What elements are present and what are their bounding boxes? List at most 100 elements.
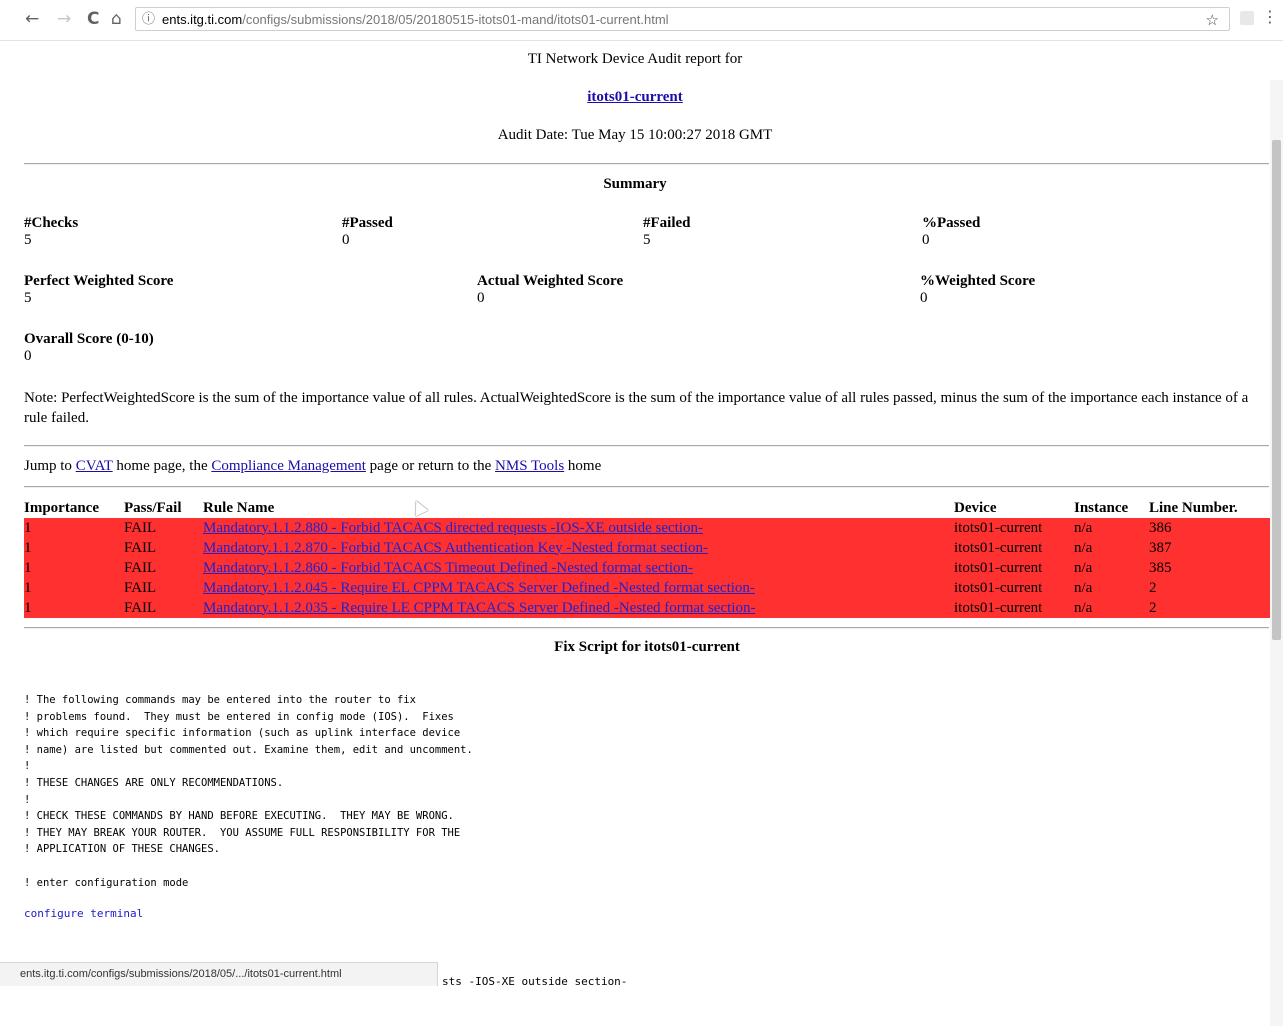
rule-link[interactable]: Mandatory.1.1.2.035 - Require LE CPPM TA… <box>203 600 755 616</box>
device-cell: itots01-current <box>954 598 1074 618</box>
jump-prefix: Jump to <box>24 458 72 474</box>
instance-cell: n/a <box>1074 538 1149 558</box>
line-number-cell: 387 <box>1149 538 1270 558</box>
stat-value: 0 <box>922 232 930 248</box>
importance-cell: 1 <box>24 538 124 558</box>
importance-cell: 1 <box>24 598 124 618</box>
stat-actual-score: Actual Weighted Score 0 <box>477 273 623 307</box>
stat-pct-passed: %Passed 0 <box>922 215 980 249</box>
report-page: TI Network Device Audit report for itots… <box>0 40 1283 1026</box>
device-cell: itots01-current <box>954 518 1074 538</box>
rule-cell: Mandatory.1.1.2.045 - Require EL CPPM TA… <box>203 578 954 598</box>
jump-text: page or return to the <box>369 458 492 474</box>
result-cell: FAIL <box>124 578 203 598</box>
stat-value: 0 <box>920 290 928 306</box>
instance-cell: n/a <box>1074 558 1149 578</box>
page-scrollbar[interactable] <box>1270 80 1283 1026</box>
stat-perfect-score: Perfect Weighted Score 5 <box>24 273 173 307</box>
url-host: ents.itg.ti.com <box>162 12 243 27</box>
rule-link[interactable]: Mandatory.1.1.2.860 - Forbid TACACS Time… <box>203 560 693 576</box>
stat-checks: #Checks 5 <box>24 215 78 249</box>
stat-value: 0 <box>24 348 32 364</box>
rule-cell: Mandatory.1.1.2.860 - Forbid TACACS Time… <box>203 558 954 578</box>
divider <box>24 486 1269 488</box>
importance-cell: 1 <box>24 558 124 578</box>
instance-cell: n/a <box>1074 598 1149 618</box>
stat-value: 5 <box>24 290 32 306</box>
site-info-icon[interactable]: ⓘ <box>142 8 155 32</box>
report-title: TI Network Device Audit report for <box>527 51 743 67</box>
column-header: Rule Name <box>203 500 275 516</box>
bookmark-star-icon[interactable]: ☆ <box>1206 8 1219 32</box>
stat-label: Actual Weighted Score <box>477 273 624 289</box>
reload-icon[interactable]: C <box>87 9 99 29</box>
rule-cell: Mandatory.1.1.2.870 - Forbid TACACS Auth… <box>203 538 954 558</box>
summary-title: Summary <box>603 176 667 192</box>
table-row: 1 FAIL Mandatory.1.1.2.880 - Forbid TACA… <box>24 518 1270 538</box>
stat-label: %Passed <box>922 215 981 231</box>
host-link[interactable]: itots01-current <box>587 89 683 105</box>
nms-tools-link[interactable]: NMS Tools <box>495 458 564 474</box>
rule-cell: Mandatory.1.1.2.035 - Require LE CPPM TA… <box>203 598 954 618</box>
device-cell: itots01-current <box>954 558 1074 578</box>
rule-cell: Mandatory.1.1.2.880 - Forbid TACACS dire… <box>203 518 954 538</box>
table-row: 1 FAIL Mandatory.1.1.2.860 - Forbid TACA… <box>24 558 1270 578</box>
home-icon[interactable]: ⌂ <box>111 9 122 29</box>
config-command: configure terminal <box>24 907 144 920</box>
column-header: Pass/Fail <box>124 500 182 516</box>
column-header: Instance <box>1074 500 1129 516</box>
fix-script-title: Fix Script for itots01-current <box>554 639 740 655</box>
stat-label: #Failed <box>643 215 691 231</box>
forward-arrow-icon[interactable]: → <box>57 9 71 29</box>
stat-label: #Checks <box>24 215 79 231</box>
extension-icon[interactable] <box>1240 11 1254 25</box>
line-number-cell: 386 <box>1149 518 1270 538</box>
jump-links: Jump to CVAT home page, the Compliance M… <box>24 458 601 475</box>
instance-cell: n/a <box>1074 578 1149 598</box>
instance-cell: n/a <box>1074 518 1149 538</box>
stat-label: #Passed <box>342 215 393 231</box>
stat-label: Perfect Weighted Score <box>24 273 174 289</box>
stat-value: 0 <box>342 232 350 248</box>
line-number-cell: 385 <box>1149 558 1270 578</box>
host-heading: itots01-current <box>0 89 1270 106</box>
device-cell: itots01-current <box>954 578 1074 598</box>
result-cell: FAIL <box>124 558 203 578</box>
scroll-thumb[interactable] <box>1272 140 1281 640</box>
stat-pct-weighted: %Weighted Score 0 <box>920 273 1035 307</box>
fix-script-comments: ! The following commands may be entered … <box>24 694 473 889</box>
results-table: Importance Pass/Fail Rule Name Device In… <box>24 498 1270 618</box>
audit-date: Audit Date: Tue May 15 10:00:27 2018 GMT <box>497 127 773 143</box>
result-cell: FAIL <box>124 598 203 618</box>
rule-link[interactable]: Mandatory.1.1.2.870 - Forbid TACACS Auth… <box>203 540 708 556</box>
jump-text: home page, the <box>116 458 208 474</box>
compliance-management-link[interactable]: Compliance Management <box>211 458 366 474</box>
table-header-row: Importance Pass/Fail Rule Name Device In… <box>24 498 1270 518</box>
column-header: Importance <box>24 500 99 516</box>
column-header: Line Number. <box>1149 500 1238 516</box>
result-cell: FAIL <box>124 538 203 558</box>
table-row: 1 FAIL Mandatory.1.1.2.045 - Require EL … <box>24 578 1270 598</box>
stat-overall-score: Ovarall Score (0-10) 0 <box>24 331 154 365</box>
browser-toolbar: ← → C ⌂ ⓘ ents.itg.ti.com/configs/submis… <box>0 0 1283 41</box>
stat-failed: #Failed 5 <box>643 215 691 249</box>
rule-link[interactable]: Mandatory.1.1.2.880 - Forbid TACACS dire… <box>203 520 703 536</box>
table-row: 1 FAIL Mandatory.1.1.2.035 - Require LE … <box>24 598 1270 618</box>
cvat-link[interactable]: CVAT <box>76 458 113 474</box>
rule-link[interactable]: Mandatory.1.1.2.045 - Require EL CPPM TA… <box>203 580 755 596</box>
address-url[interactable]: ents.itg.ti.com/configs/submissions/2018… <box>162 8 669 32</box>
importance-cell: 1 <box>24 578 124 598</box>
line-number-cell: 2 <box>1149 598 1270 618</box>
back-arrow-icon[interactable]: ← <box>25 9 39 29</box>
table-row: 1 FAIL Mandatory.1.1.2.870 - Forbid TACA… <box>24 538 1270 558</box>
divider <box>24 627 1269 629</box>
column-header: Device <box>954 500 997 516</box>
url-path: /configs/submissions/2018/05/20180515-it… <box>242 12 669 27</box>
address-bar[interactable]: ⓘ ents.itg.ti.com/configs/submissions/20… <box>135 7 1230 31</box>
stat-passed: #Passed 0 <box>342 215 393 249</box>
line-number-cell: 2 <box>1149 578 1270 598</box>
device-cell: itots01-current <box>954 538 1074 558</box>
stat-label: %Weighted Score <box>920 273 1036 289</box>
link-status-bar: ents.itg.ti.com/configs/submissions/2018… <box>0 962 438 986</box>
browser-menu-icon[interactable]: ⋮ <box>1262 7 1278 26</box>
